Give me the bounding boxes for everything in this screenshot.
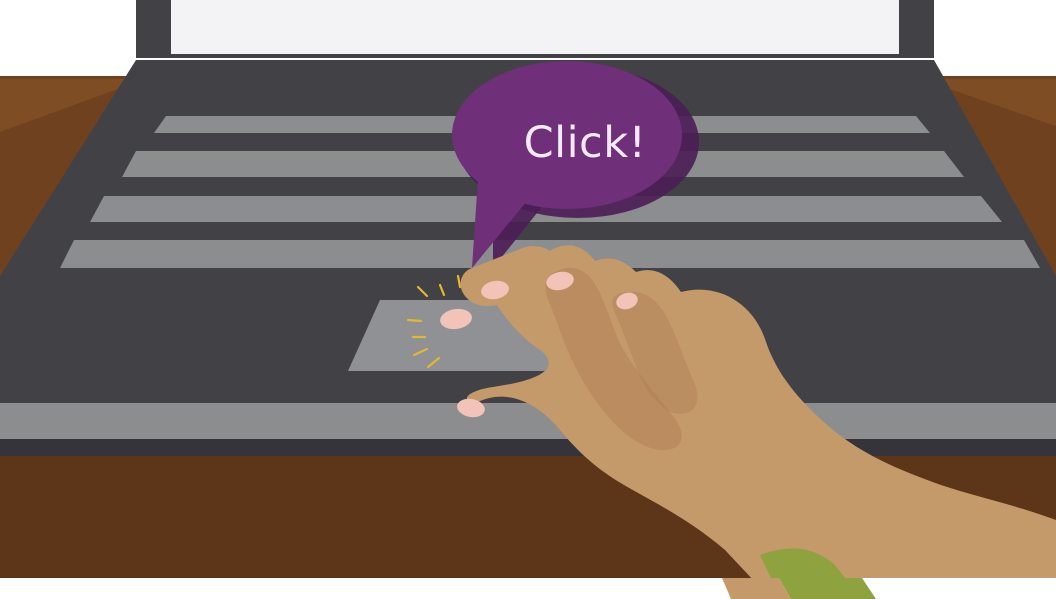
laptop-front-edge <box>0 403 1056 439</box>
bottom-margin <box>0 578 1056 599</box>
laptop-click-illustration: Click! <box>0 0 1056 599</box>
sleeve-overlap <box>779 578 876 599</box>
speech-bubble-text: Click! <box>524 118 647 168</box>
wrist-overlap <box>722 578 791 599</box>
illustration-canvas: Click! <box>0 0 1056 599</box>
laptop-bottom-shadow <box>0 439 1056 456</box>
click-spark-line <box>406 318 423 323</box>
laptop-screen <box>171 0 899 54</box>
